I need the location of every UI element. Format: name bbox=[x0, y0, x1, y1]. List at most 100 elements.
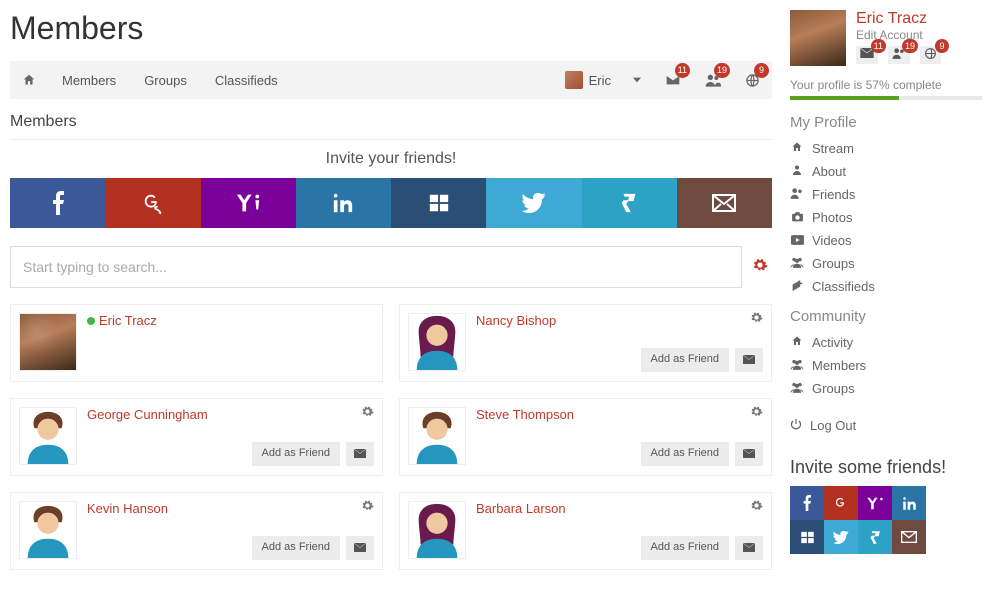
profile-link-videos[interactable]: Videos bbox=[790, 229, 982, 252]
side-foursquare-icon[interactable] bbox=[858, 520, 892, 554]
link-icon bbox=[790, 335, 804, 350]
member-avatar[interactable] bbox=[408, 313, 466, 371]
member-avatar[interactable] bbox=[408, 407, 466, 465]
navbar-mail-badge: 11 bbox=[675, 63, 690, 78]
side-invite-grid bbox=[790, 486, 926, 554]
sidebar-friends-icon[interactable]: 19 bbox=[888, 46, 910, 64]
member-name[interactable]: Barbara Larson bbox=[476, 501, 763, 516]
member-name[interactable]: Eric Tracz bbox=[87, 313, 374, 328]
add-friend-button[interactable]: Add as Friend bbox=[252, 536, 340, 560]
link-label: Classifieds bbox=[812, 279, 875, 294]
search-input[interactable] bbox=[10, 246, 742, 288]
member-name[interactable]: Kevin Hanson bbox=[87, 501, 374, 516]
card-gear-icon[interactable] bbox=[361, 499, 374, 515]
divider bbox=[10, 139, 772, 140]
card-gear-icon[interactable] bbox=[750, 311, 763, 327]
member-avatar[interactable] bbox=[408, 501, 466, 559]
home-icon[interactable] bbox=[10, 61, 48, 99]
invite-facebook-icon[interactable] bbox=[10, 178, 105, 228]
navbar-globe-badge: 9 bbox=[754, 63, 769, 78]
link-icon bbox=[790, 381, 804, 396]
invite-heading: Invite your friends! bbox=[10, 150, 772, 168]
profile-avatar[interactable] bbox=[790, 10, 846, 66]
sidebar-mail-icon[interactable]: 11 bbox=[856, 46, 878, 64]
side-google-icon[interactable] bbox=[824, 486, 858, 520]
side-twitter-icon[interactable] bbox=[824, 520, 858, 554]
invite-foursquare-icon[interactable] bbox=[582, 178, 677, 228]
member-name[interactable]: Steve Thompson bbox=[476, 407, 763, 422]
member-avatar[interactable] bbox=[19, 313, 77, 371]
link-icon bbox=[790, 358, 804, 373]
profile-link-photos[interactable]: Photos bbox=[790, 206, 982, 229]
member-avatar[interactable] bbox=[19, 407, 77, 465]
progress-bar bbox=[790, 96, 982, 100]
card-gear-icon[interactable] bbox=[750, 499, 763, 515]
profile-link-stream[interactable]: Stream bbox=[790, 137, 982, 160]
sidebar-globe-badge: 9 bbox=[935, 39, 949, 53]
navbar-globe-icon[interactable]: 9 bbox=[733, 61, 772, 99]
link-label: Stream bbox=[812, 141, 854, 156]
power-icon bbox=[790, 418, 802, 433]
message-button[interactable] bbox=[346, 536, 374, 560]
side-facebook-icon[interactable] bbox=[790, 486, 824, 520]
invite-twitter-icon[interactable] bbox=[486, 178, 581, 228]
edit-account-link[interactable]: Edit Account bbox=[856, 28, 941, 42]
message-button[interactable] bbox=[735, 536, 763, 560]
card-gear-icon[interactable] bbox=[361, 405, 374, 421]
profile-link-about[interactable]: About bbox=[790, 160, 982, 183]
message-button[interactable] bbox=[735, 442, 763, 466]
add-friend-button[interactable]: Add as Friend bbox=[641, 442, 729, 466]
message-button[interactable] bbox=[735, 348, 763, 372]
member-card: Barbara Larson Add as Friend bbox=[399, 492, 772, 570]
nav-members[interactable]: Members bbox=[48, 61, 130, 99]
add-friend-button[interactable]: Add as Friend bbox=[641, 536, 729, 560]
invite-google-icon[interactable] bbox=[105, 178, 200, 228]
link-icon bbox=[790, 256, 804, 271]
sidebar-globe-icon[interactable]: 9 bbox=[920, 46, 941, 64]
section-community: Community bbox=[790, 308, 982, 325]
invite-linkedin-icon[interactable] bbox=[296, 178, 391, 228]
navbar-mail-icon[interactable]: 11 bbox=[653, 61, 693, 99]
community-link-members[interactable]: Members bbox=[790, 354, 982, 377]
card-gear-icon[interactable] bbox=[750, 405, 763, 421]
side-linkedin-icon[interactable] bbox=[892, 486, 926, 520]
member-name[interactable]: Nancy Bishop bbox=[476, 313, 763, 328]
sidebar-friends-badge: 19 bbox=[902, 39, 918, 53]
link-icon bbox=[790, 279, 804, 294]
navbar: Members Groups Classifieds Eric 11 bbox=[10, 61, 772, 99]
message-button[interactable] bbox=[346, 442, 374, 466]
profile-link-friends[interactable]: Friends bbox=[790, 183, 982, 206]
online-dot-icon bbox=[87, 317, 95, 325]
search-settings-icon[interactable] bbox=[748, 257, 772, 278]
invite-yahoo-icon[interactable] bbox=[201, 178, 296, 228]
link-label: Groups bbox=[812, 381, 855, 396]
navbar-caret[interactable] bbox=[621, 61, 653, 99]
profile-username[interactable]: Eric Tracz bbox=[856, 10, 941, 28]
navbar-friends-badge: 19 bbox=[714, 63, 730, 78]
invite-mail-icon[interactable] bbox=[677, 178, 772, 228]
add-friend-button[interactable]: Add as Friend bbox=[252, 442, 340, 466]
community-link-groups[interactable]: Groups bbox=[790, 377, 982, 400]
logout-link[interactable]: Log Out bbox=[790, 410, 982, 441]
link-label: About bbox=[812, 164, 846, 179]
invite-windows-icon[interactable] bbox=[391, 178, 486, 228]
logout-label: Log Out bbox=[810, 418, 856, 433]
side-windows-icon[interactable] bbox=[790, 520, 824, 554]
link-label: Friends bbox=[812, 187, 855, 202]
side-yahoo-icon[interactable] bbox=[858, 486, 892, 520]
member-card: Steve Thompson Add as Friend bbox=[399, 398, 772, 476]
navbar-friends-icon[interactable]: 19 bbox=[693, 61, 733, 99]
member-card: Kevin Hanson Add as Friend bbox=[10, 492, 383, 570]
community-link-activity[interactable]: Activity bbox=[790, 331, 982, 354]
profile-link-classifieds[interactable]: Classifieds bbox=[790, 275, 982, 298]
side-mail-icon[interactable] bbox=[892, 520, 926, 554]
nav-classifieds[interactable]: Classifieds bbox=[201, 61, 292, 99]
profile-link-groups[interactable]: Groups bbox=[790, 252, 982, 275]
navbar-user-chip[interactable]: Eric bbox=[555, 61, 621, 99]
member-avatar[interactable] bbox=[19, 501, 77, 559]
add-friend-button[interactable]: Add as Friend bbox=[641, 348, 729, 372]
page-title: Members bbox=[10, 10, 772, 47]
member-name[interactable]: George Cunningham bbox=[87, 407, 374, 422]
link-icon bbox=[790, 141, 804, 156]
nav-groups[interactable]: Groups bbox=[130, 61, 201, 99]
